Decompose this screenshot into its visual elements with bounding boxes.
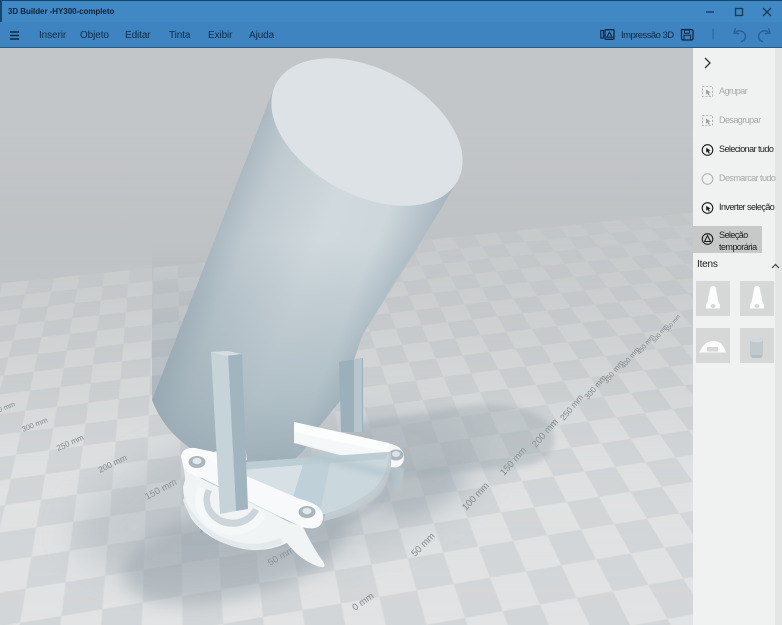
- svg-text:250 mm: 250 mm: [558, 392, 585, 422]
- svg-text:300 mm: 300 mm: [20, 415, 48, 433]
- svg-text:350 mm: 350 mm: [0, 401, 16, 417]
- svg-text:450 mm: 450 mm: [636, 333, 656, 356]
- svg-text:550 mm: 550 mm: [665, 314, 682, 334]
- svg-text:250 mm: 250 mm: [55, 433, 85, 453]
- svg-text:0 mm: 0 mm: [350, 591, 376, 614]
- svg-text:50 mm: 50 mm: [409, 531, 437, 559]
- svg-text:200 mm: 200 mm: [96, 452, 128, 474]
